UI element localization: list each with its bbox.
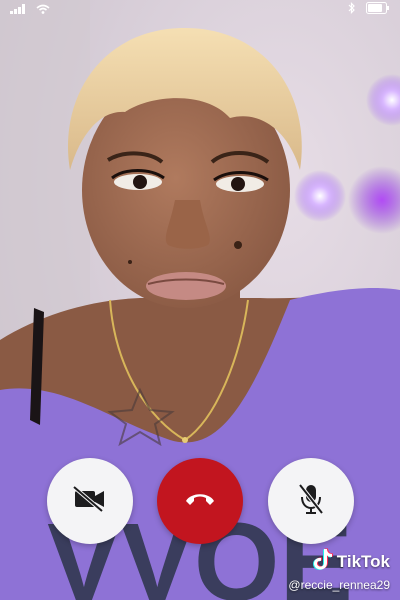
lips bbox=[146, 272, 226, 300]
tiktok-brand-label: TikTok bbox=[336, 551, 390, 571]
purple-light bbox=[294, 170, 346, 222]
status-bar bbox=[0, 0, 400, 20]
call-controls bbox=[0, 458, 400, 544]
bluetooth-icon bbox=[348, 1, 356, 19]
tiktok-username: @reccie_rennea29 bbox=[288, 578, 390, 592]
hang-up-icon bbox=[183, 489, 217, 514]
tiktok-logo-icon bbox=[312, 548, 333, 575]
battery-icon bbox=[366, 1, 390, 19]
video-off-icon bbox=[70, 484, 110, 519]
video-off-button[interactable] bbox=[47, 458, 133, 544]
tiktok-watermark: TikTok @reccie_rennea29 bbox=[288, 548, 390, 592]
mic-off-icon bbox=[297, 482, 325, 521]
wifi-icon bbox=[36, 1, 50, 19]
end-call-button[interactable] bbox=[157, 458, 243, 544]
signal-icon bbox=[10, 1, 26, 19]
mute-button[interactable] bbox=[268, 458, 354, 544]
